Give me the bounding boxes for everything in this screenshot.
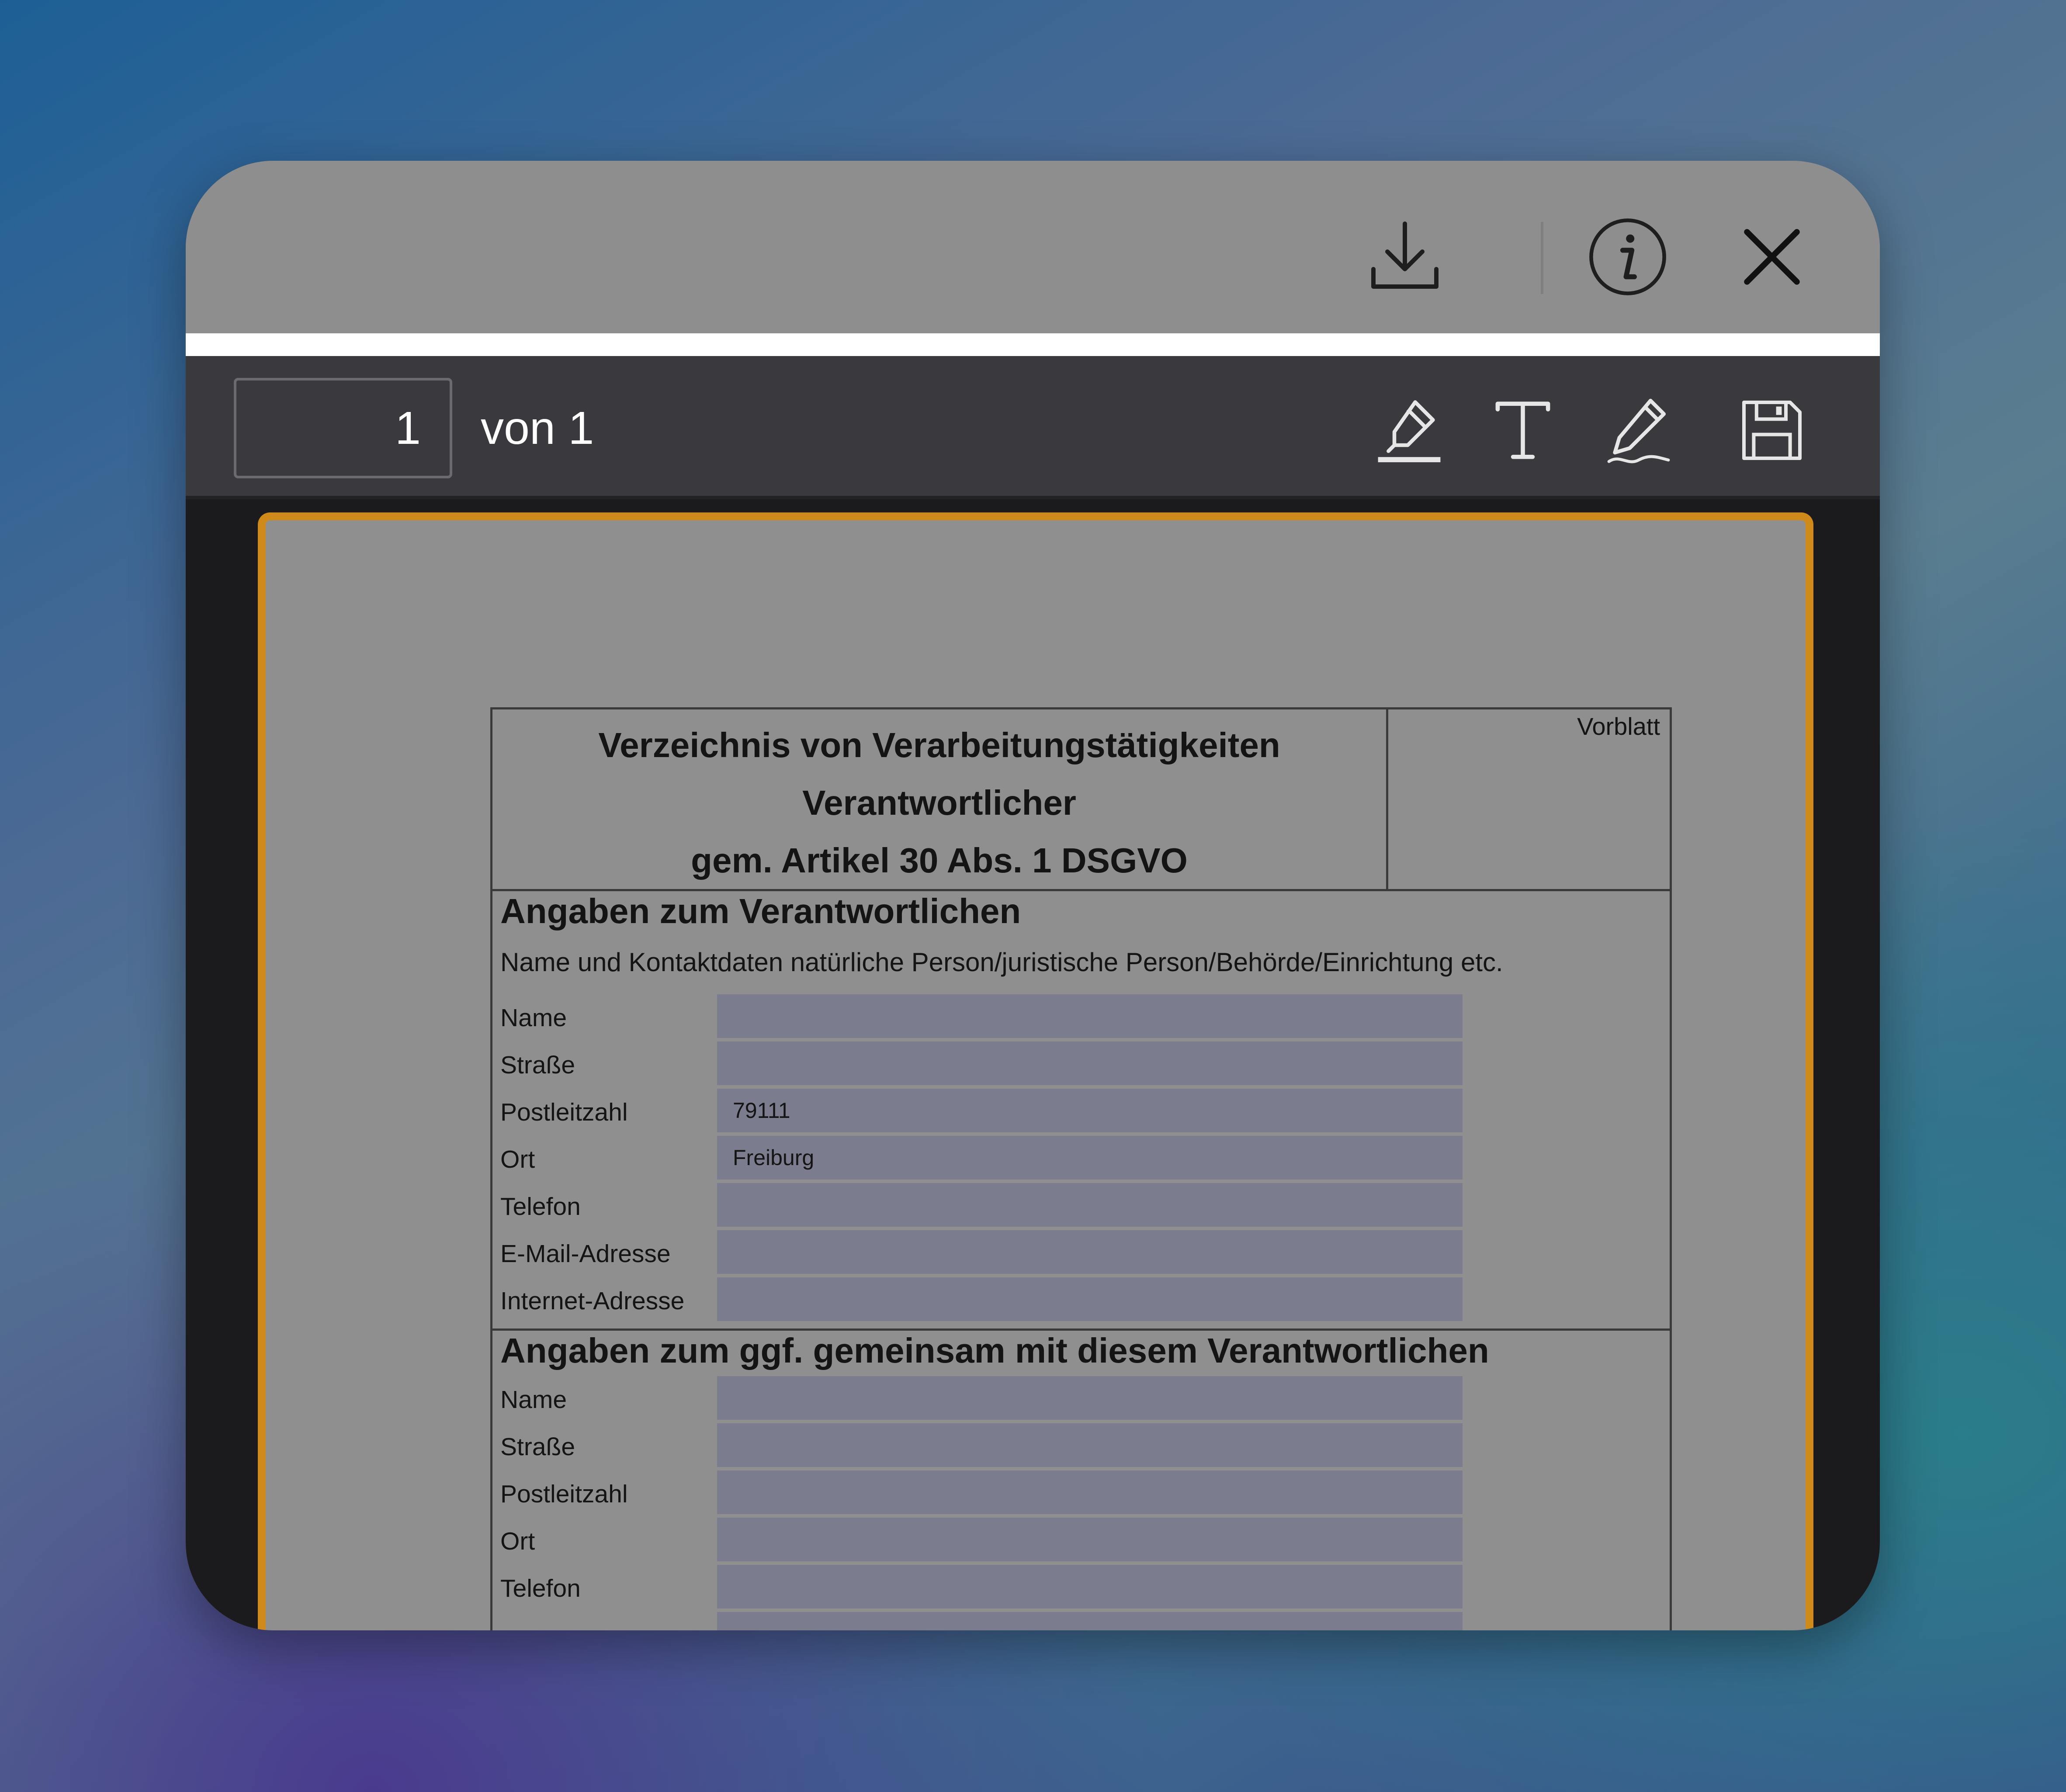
highlighter-icon: [1378, 400, 1441, 463]
field-row-partial: [492, 1612, 1670, 1630]
field-row-city: Ort: [492, 1518, 1670, 1565]
joint-postcode-field[interactable]: [717, 1470, 1463, 1514]
field-label: Ort: [500, 1527, 535, 1555]
section-controller-subtitle: Name und Kontaktdaten natürliche Person/…: [500, 948, 1503, 977]
page-count-label: von 1: [481, 402, 594, 454]
field-label: Name: [500, 1386, 567, 1414]
joint-city-field[interactable]: [717, 1518, 1463, 1561]
draw-tool-button[interactable]: [1595, 387, 1682, 474]
field-label: Straße: [500, 1051, 575, 1079]
field-label: Telefon: [500, 1193, 581, 1221]
pdf-viewer-window: von 1: [186, 161, 1880, 1630]
street-field[interactable]: [717, 1041, 1463, 1085]
pdf-page: Verzeichnis von Verarbeitungstätigkeiten…: [258, 512, 1813, 1630]
form-title-line-2: Verantwortlicher: [802, 783, 1076, 822]
field-row-phone: Telefon: [492, 1565, 1670, 1612]
section-controller-title: Angaben zum Verantwortlichen: [500, 892, 1021, 931]
field-row-email: E-Mail-Adresse: [492, 1230, 1670, 1277]
highlight-tool-button[interactable]: [1366, 387, 1453, 474]
field-row-postcode: Postleitzahl: [492, 1470, 1670, 1518]
field-row-phone: Telefon: [492, 1183, 1670, 1230]
field-row-name: Name: [492, 1376, 1670, 1423]
save-icon: [1742, 401, 1802, 460]
field-row-name: Name: [492, 994, 1670, 1041]
vorblatt-label: Vorblatt: [1577, 713, 1660, 740]
field-row-street: Straße: [492, 1423, 1670, 1470]
joint-next-field[interactable]: [717, 1612, 1463, 1630]
download-icon: [1371, 221, 1439, 289]
info-button[interactable]: [1580, 209, 1676, 305]
postcode-field[interactable]: 79111: [717, 1089, 1463, 1132]
form-title: Verzeichnis von Verarbeitungstätigkeiten…: [492, 709, 1388, 889]
field-label: Telefon: [500, 1574, 581, 1602]
download-button[interactable]: [1357, 209, 1453, 305]
header-divider: [186, 333, 1880, 356]
field-label: Internet-Adresse: [500, 1287, 685, 1315]
email-field[interactable]: [717, 1230, 1463, 1274]
close-button[interactable]: [1724, 209, 1820, 305]
close-icon: [1744, 229, 1800, 285]
pdf-toolbar: von 1: [186, 356, 1880, 499]
joint-street-field[interactable]: [717, 1423, 1463, 1467]
header-separator: [1541, 222, 1543, 294]
field-row-postcode: Postleitzahl 79111: [492, 1089, 1670, 1136]
field-row-website: Internet-Adresse: [492, 1277, 1670, 1325]
form-title-line-1: Verzeichnis von Verarbeitungstätigkeiten: [598, 726, 1280, 765]
field-label: Postleitzahl: [500, 1480, 628, 1508]
field-label: Postleitzahl: [500, 1098, 628, 1126]
text-icon: [1495, 401, 1550, 459]
form-table: Verzeichnis von Verarbeitungstätigkeiten…: [490, 707, 1672, 1630]
field-row-street: Straße: [492, 1041, 1670, 1089]
website-field[interactable]: [717, 1277, 1463, 1321]
joint-name-field[interactable]: [717, 1376, 1463, 1420]
name-field[interactable]: [717, 994, 1463, 1038]
field-label: Ort: [500, 1145, 535, 1173]
page-number-input[interactable]: [234, 378, 452, 478]
field-label: E-Mail-Adresse: [500, 1240, 671, 1268]
phone-field[interactable]: [717, 1183, 1463, 1227]
section-controller: Angaben zum Verantwortlichen Name und Ko…: [492, 891, 1670, 1331]
save-button[interactable]: [1728, 387, 1816, 474]
field-label: Straße: [500, 1433, 575, 1461]
window-header: [186, 161, 1880, 333]
field-label: Name: [500, 1004, 567, 1032]
form-header: Verzeichnis von Verarbeitungstätigkeiten…: [492, 709, 1670, 891]
form-title-line-3: gem. Artikel 30 Abs. 1 DSGVO: [691, 841, 1188, 880]
section-joint-controller-title: Angaben zum ggf. gemeinsam mit diesem Ve…: [500, 1331, 1489, 1370]
joint-phone-field[interactable]: [717, 1565, 1463, 1609]
pen-icon: [1607, 398, 1670, 464]
text-tool-button[interactable]: [1479, 387, 1567, 474]
section-joint-controller: Angaben zum ggf. gemeinsam mit diesem Ve…: [492, 1331, 1670, 1630]
city-field[interactable]: Freiburg: [717, 1136, 1463, 1180]
field-row-city: Ort Freiburg: [492, 1136, 1670, 1183]
info-icon: [1589, 218, 1666, 295]
document-viewport[interactable]: Verzeichnis von Verarbeitungstätigkeiten…: [186, 499, 1880, 1630]
